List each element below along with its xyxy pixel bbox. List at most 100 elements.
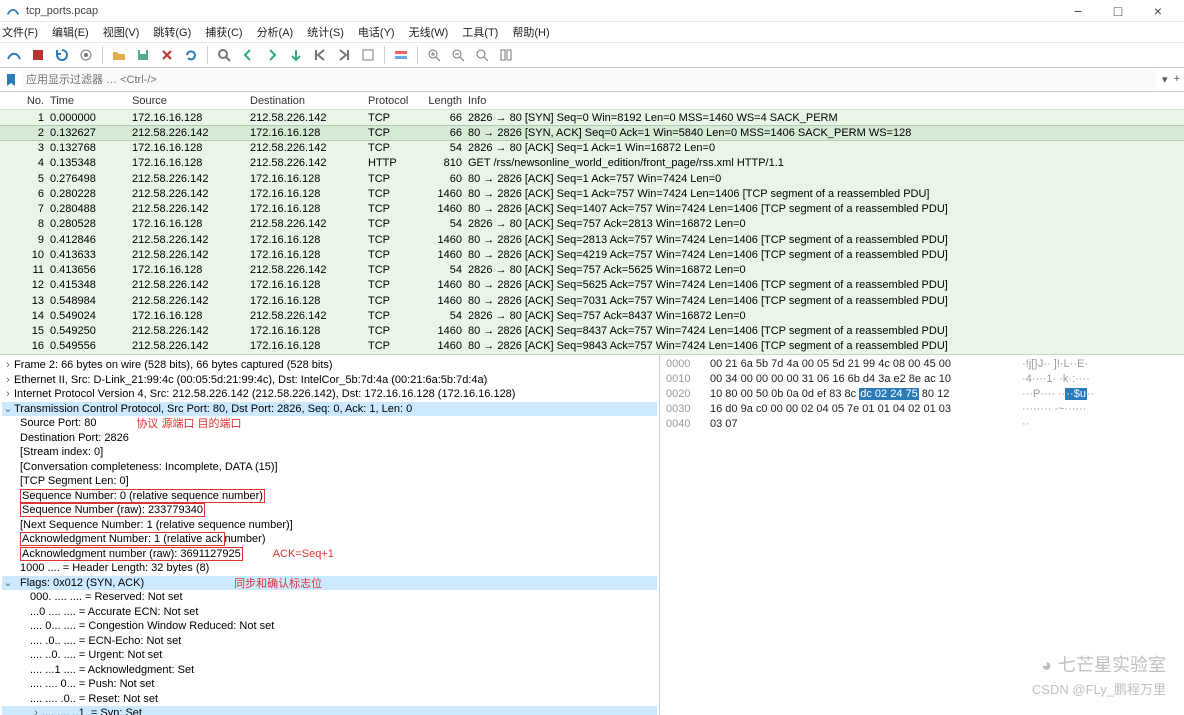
tree-ecn[interactable]: .... .0.. .... = ECN-Echo: Not set [30, 635, 181, 647]
tree-seqnum[interactable]: Sequence Number: 0 (relative sequence nu… [22, 490, 263, 502]
packet-row[interactable]: 40.135348172.16.16.128212.58.226.142HTTP… [0, 156, 1184, 171]
menu-goto[interactable]: 跳转(G) [153, 24, 191, 40]
packet-row[interactable]: 130.548984212.58.226.142172.16.16.128TCP… [0, 293, 1184, 308]
packet-row[interactable]: 100.413633212.58.226.142172.16.16.128TCP… [0, 247, 1184, 262]
jump-icon[interactable] [286, 45, 306, 65]
hex-bytes[interactable]: 00 21 6a 5b 7d 4a 00 05 5d 21 99 4c 08 0… [710, 358, 1014, 373]
tree-acknum[interactable]: Acknowledgment Number: 1 (relative ack [22, 533, 223, 545]
packet-row[interactable]: 90.412846212.58.226.142172.16.16.128TCP1… [0, 232, 1184, 247]
prev-icon[interactable] [238, 45, 258, 65]
display-filter-input[interactable] [22, 70, 1156, 90]
menu-analyze[interactable]: 分析(A) [257, 24, 294, 40]
tree-hlen[interactable]: 1000 .... = Header Length: 32 bytes (8) [20, 562, 209, 574]
autoscroll-icon[interactable] [358, 45, 378, 65]
restart-capture-icon[interactable] [52, 45, 72, 65]
zoom-reset-icon[interactable] [472, 45, 492, 65]
col-time[interactable]: Time [50, 95, 132, 107]
filter-add-button[interactable]: + [1174, 73, 1180, 86]
tree-aecn[interactable]: ...0 .... .... = Accurate ECN: Not set [30, 606, 198, 618]
tree-psh[interactable]: .... .... 0... = Push: Not set [30, 678, 154, 690]
app-icon [6, 4, 20, 18]
collapse-icon[interactable]: ⌄ [2, 576, 14, 589]
col-no[interactable]: No. [0, 95, 50, 107]
options-icon[interactable] [76, 45, 96, 65]
menu-capture[interactable]: 捕获(C) [205, 24, 242, 40]
maximize-button[interactable]: □ [1098, 3, 1138, 19]
packet-row[interactable]: 80.280528172.16.16.128212.58.226.142TCP5… [0, 217, 1184, 232]
menu-file[interactable]: 文件(F) [2, 24, 38, 40]
last-icon[interactable] [334, 45, 354, 65]
packet-row[interactable]: 30.132768172.16.16.128212.58.226.142TCP5… [0, 141, 1184, 156]
packet-row[interactable]: 60.280228212.58.226.142172.16.16.128TCP1… [0, 186, 1184, 201]
resize-columns-icon[interactable] [496, 45, 516, 65]
find-icon[interactable] [214, 45, 234, 65]
tree-ackraw[interactable]: Acknowledgment number (raw): 3691127925 [22, 548, 241, 560]
details-area: ›Frame 2: 66 bytes on wire (528 bits), 6… [0, 354, 1184, 715]
tree-frame[interactable]: Frame 2: 66 bytes on wire (528 bits), 66… [14, 359, 333, 371]
tree-cwr[interactable]: .... 0... .... = Congestion Window Reduc… [30, 620, 274, 632]
collapse-icon[interactable]: ⌄ [2, 402, 14, 415]
tree-stream[interactable]: [Stream index: 0] [20, 446, 103, 458]
tree-seqraw[interactable]: Sequence Number (raw): 233779340 [22, 504, 203, 516]
tree-rsv[interactable]: 000. .... .... = Reserved: Not set [30, 591, 183, 603]
menu-edit[interactable]: 编辑(E) [52, 24, 89, 40]
tree-syn[interactable]: .... .... ..1. = Syn: Set [42, 707, 142, 715]
expand-icon[interactable]: › [2, 359, 14, 371]
packet-list[interactable]: No. Time Source Destination Protocol Len… [0, 92, 1184, 354]
tree-flags[interactable]: Flags: 0x012 (SYN, ACK) [14, 577, 144, 589]
tree-urg[interactable]: .... ..0. .... = Urgent: Not set [30, 649, 162, 661]
tree-eth[interactable]: Ethernet II, Src: D-Link_21:99:4c (00:05… [14, 374, 487, 386]
packet-row[interactable]: 140.549024172.16.16.128212.58.226.142TCP… [0, 308, 1184, 323]
menu-wireless[interactable]: 无线(W) [409, 24, 449, 40]
zoom-in-icon[interactable] [424, 45, 444, 65]
tree-ack[interactable]: .... ...1 .... = Acknowledgment: Set [30, 664, 194, 676]
tree-srcport[interactable]: Source Port: 80 [20, 417, 96, 429]
tree-seglen[interactable]: [TCP Segment Len: 0] [20, 475, 129, 487]
window-title: tcp_ports.pcap [26, 5, 1058, 17]
packet-row[interactable]: 160.549556212.58.226.142172.16.16.128TCP… [0, 339, 1184, 354]
packet-row[interactable]: 110.413656172.16.16.128212.58.226.142TCP… [0, 263, 1184, 278]
tree-conv[interactable]: [Conversation completeness: Incomplete, … [20, 461, 278, 473]
col-src[interactable]: Source [132, 95, 250, 107]
close-button[interactable]: × [1138, 3, 1178, 19]
colorize-icon[interactable] [391, 45, 411, 65]
first-icon[interactable] [310, 45, 330, 65]
reload-icon[interactable] [181, 45, 201, 65]
packet-row[interactable]: 70.280488212.58.226.142172.16.16.128TCP1… [0, 202, 1184, 217]
open-file-icon[interactable] [109, 45, 129, 65]
tree-dstport[interactable]: Destination Port: 2826 [20, 432, 129, 444]
packet-row[interactable]: 120.415348212.58.226.142172.16.16.128TCP… [0, 278, 1184, 293]
minimize-button[interactable]: − [1058, 3, 1098, 19]
tree-nextseq[interactable]: [Next Sequence Number: 1 (relative seque… [20, 519, 293, 531]
tree-ip[interactable]: Internet Protocol Version 4, Src: 212.58… [14, 388, 515, 400]
packet-row[interactable]: 50.276498212.58.226.142172.16.16.128TCP6… [0, 171, 1184, 186]
packet-row[interactable]: 10.000000172.16.16.128212.58.226.142TCP6… [0, 110, 1184, 125]
zoom-out-icon[interactable] [448, 45, 468, 65]
menu-view[interactable]: 视图(V) [103, 24, 140, 40]
expand-icon[interactable]: › [2, 374, 14, 386]
stop-capture-icon[interactable] [28, 45, 48, 65]
tree-tcp[interactable]: Transmission Control Protocol, Src Port:… [14, 403, 412, 415]
col-len[interactable]: Length [424, 95, 468, 107]
tree-rst[interactable]: .... .... .0.. = Reset: Not set [30, 693, 158, 705]
save-file-icon[interactable] [133, 45, 153, 65]
expand-icon[interactable]: › [2, 388, 14, 400]
packet-row[interactable]: 150.549250212.58.226.142172.16.16.128TCP… [0, 324, 1184, 339]
filter-dropdown-icon[interactable]: ▾ [1162, 73, 1168, 86]
menu-tools[interactable]: 工具(T) [462, 24, 498, 40]
next-icon[interactable] [262, 45, 282, 65]
menu-statistics[interactable]: 统计(S) [307, 24, 344, 40]
menu-telephony[interactable]: 电话(Y) [358, 24, 395, 40]
packet-hex-view[interactable]: 000000 21 6a 5b 7d 4a 00 05 5d 21 99 4c … [660, 355, 1184, 715]
col-dst[interactable]: Destination [250, 95, 368, 107]
bookmark-icon[interactable] [4, 73, 18, 87]
close-file-icon[interactable] [157, 45, 177, 65]
expand-icon[interactable]: › [30, 707, 42, 715]
col-proto[interactable]: Protocol [368, 95, 424, 107]
packet-details-tree[interactable]: ›Frame 2: 66 bytes on wire (528 bits), 6… [0, 355, 660, 715]
start-capture-icon[interactable] [4, 45, 24, 65]
col-info[interactable]: Info [468, 95, 1184, 107]
menu-help[interactable]: 帮助(H) [512, 24, 549, 40]
annotation-flags: 同步和确认标志位 [234, 575, 322, 591]
packet-row[interactable]: 20.132627212.58.226.142172.16.16.128TCP6… [0, 125, 1184, 140]
